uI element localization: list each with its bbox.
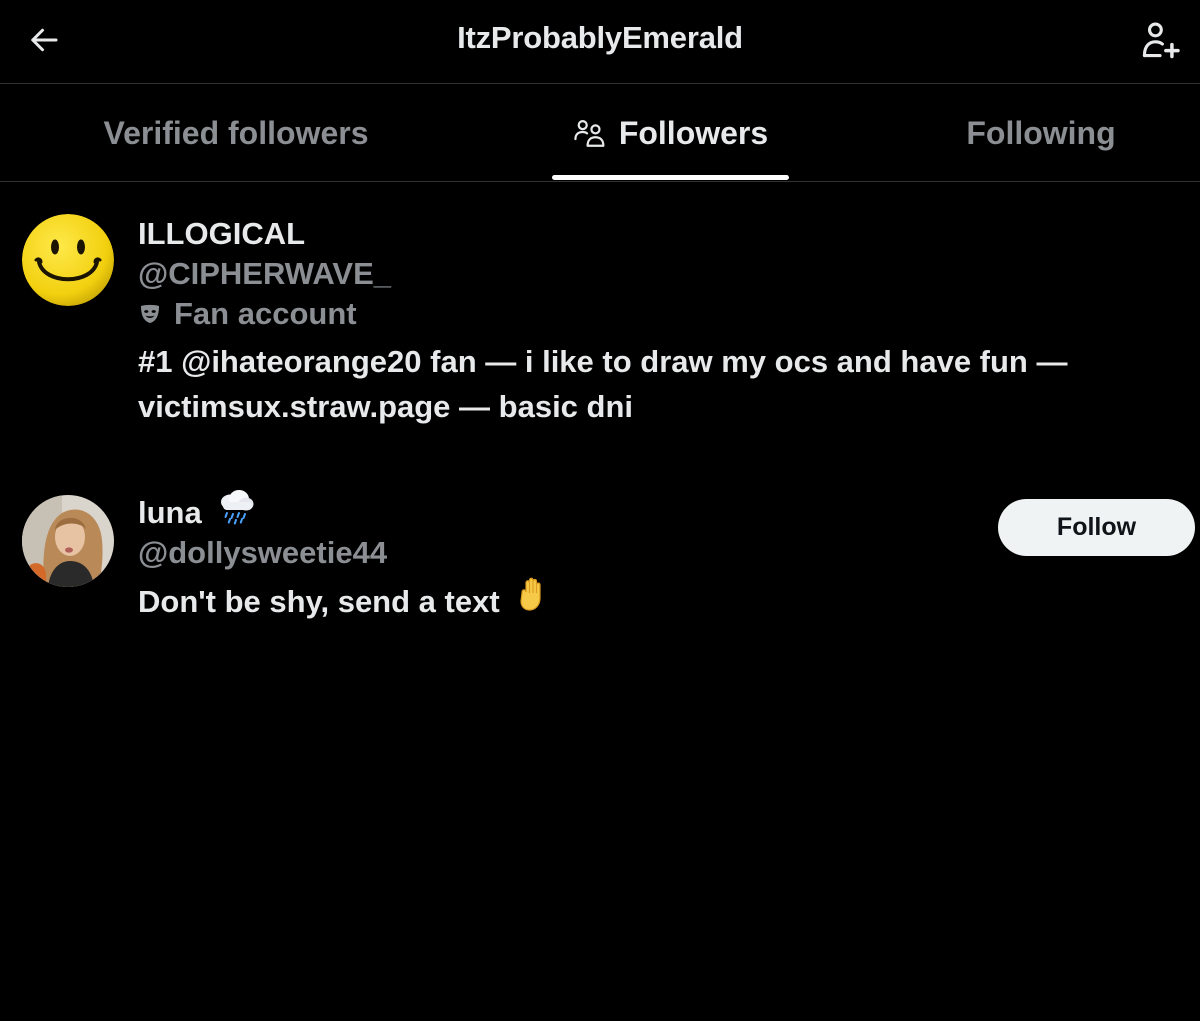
display-name-line: luna	[138, 489, 980, 533]
follow-button[interactable]: Follow	[998, 499, 1195, 556]
user-bio: #1 @ihateorange20 fan — i like to draw m…	[138, 344, 1068, 424]
display-name: luna	[138, 495, 202, 530]
tab-followers[interactable]: Followers	[552, 85, 789, 181]
people-icon	[573, 118, 607, 148]
display-name: ILLOGICAL	[138, 216, 306, 251]
user-handle: @CIPHERWAVE_	[138, 256, 392, 291]
theater-mask-icon	[138, 302, 162, 326]
smiley-face-avatar[interactable]	[22, 214, 114, 306]
person-add-icon	[1138, 18, 1182, 62]
tab-bar: Verified followers Followers Following	[0, 85, 1200, 182]
tab-verified-followers[interactable]: Verified followers	[60, 85, 412, 181]
tab-label: Verified followers	[103, 114, 369, 151]
follower-row[interactable]: ILLOGICAL @CIPHERWAVE_ Fan account #1 @i…	[0, 214, 1200, 444]
user-handle: @dollysweetie44	[138, 535, 388, 570]
follower-row[interactable]: luna @dollysweetie44 Don't be shy, send …	[0, 489, 1200, 633]
add-user-button[interactable]	[1134, 14, 1186, 66]
cloud-rain-icon	[216, 489, 256, 535]
tab-label: Following	[966, 114, 1116, 151]
user-bio-line: Don't be shy, send a text	[138, 577, 980, 625]
user-info: luna @dollysweetie44 Don't be shy, send …	[138, 489, 980, 625]
raised-hand-icon	[514, 575, 552, 625]
active-tab-indicator	[552, 175, 789, 180]
photo-avatar[interactable]	[22, 495, 114, 587]
label-text: Fan account	[174, 296, 357, 331]
page-title: ItzProbablyEmerald	[457, 20, 743, 55]
top-bar: ItzProbablyEmerald	[0, 0, 1200, 84]
user-info: ILLOGICAL @CIPHERWAVE_ Fan account #1 @i…	[138, 214, 1140, 429]
tab-label: Followers	[618, 114, 769, 151]
user-bio: Don't be shy, send a text	[138, 584, 500, 619]
account-label: Fan account	[138, 294, 1140, 334]
tab-following[interactable]: Following	[930, 85, 1152, 181]
